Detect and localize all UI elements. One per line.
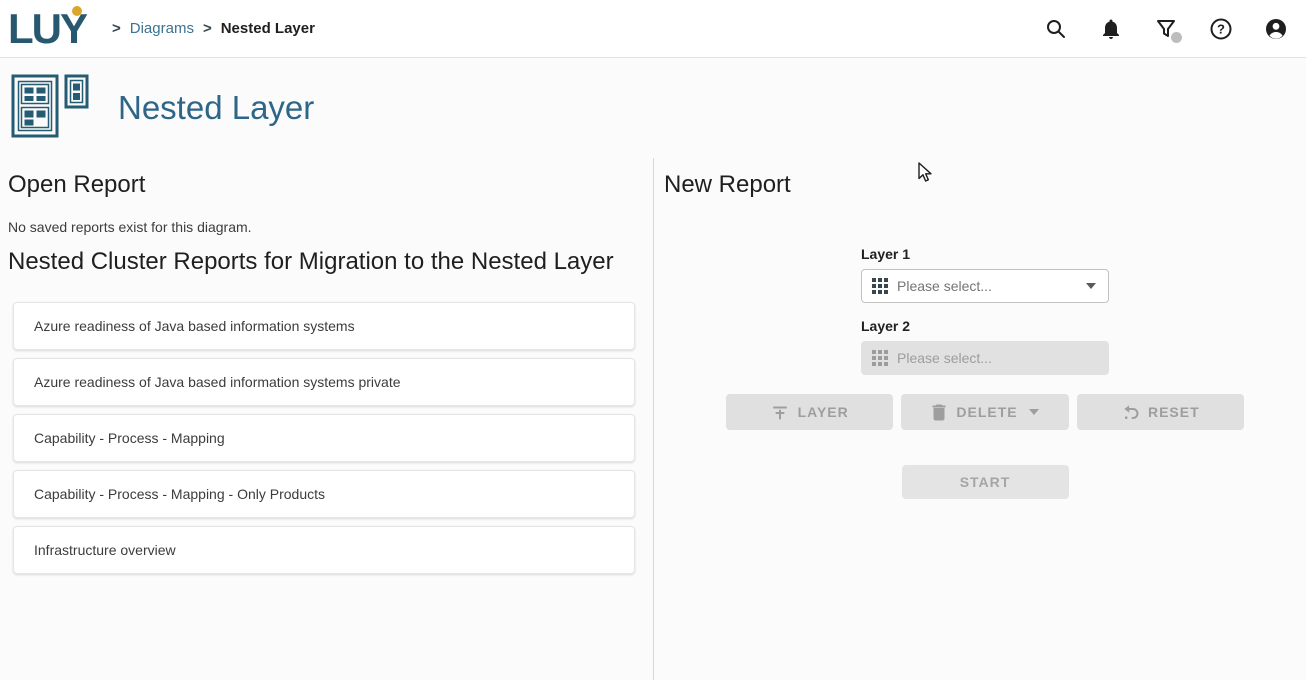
- report-card-label: Capability - Process - Mapping: [34, 430, 225, 446]
- nested-cluster-reports-heading: Nested Cluster Reports for Migration to …: [8, 248, 635, 276]
- breadcrumb: > Diagrams > Nested Layer: [112, 20, 315, 37]
- layer1-select[interactable]: Please select...: [861, 269, 1109, 303]
- layer-button[interactable]: LAYER: [726, 394, 893, 430]
- delete-button-label: DELETE: [956, 404, 1017, 420]
- layer-button-label: LAYER: [798, 404, 849, 420]
- luy-logo[interactable]: LUY: [8, 0, 86, 58]
- open-report-heading: Open Report: [8, 171, 635, 199]
- no-reports-message: No saved reports exist for this diagram.: [8, 219, 635, 235]
- breadcrumb-diagrams-link[interactable]: Diagrams: [130, 20, 194, 37]
- grid-icon: [872, 278, 888, 294]
- layer1-label: Layer 1: [861, 246, 1109, 262]
- filter-funnel-icon[interactable]: [1154, 17, 1178, 41]
- add-layer-icon: [771, 403, 789, 421]
- report-card-label: Infrastructure overview: [34, 542, 176, 558]
- report-card[interactable]: Infrastructure overview: [13, 526, 635, 574]
- reset-button[interactable]: RESET: [1077, 394, 1244, 430]
- chevron-right-icon: >: [203, 20, 212, 37]
- chevron-right-icon: >: [112, 20, 121, 37]
- start-row: START: [726, 465, 1244, 499]
- start-button[interactable]: START: [902, 465, 1069, 499]
- report-card-label: Azure readiness of Java based informatio…: [34, 374, 401, 390]
- new-report-form: Layer 1 Please select... Layer 2: [726, 246, 1244, 499]
- search-icon[interactable]: [1044, 17, 1068, 41]
- filter-badge: [1171, 32, 1182, 43]
- page-title: Nested Layer: [118, 89, 314, 127]
- new-report-heading: New Report: [664, 171, 1306, 199]
- layer2-field: Layer 2 Please select...: [861, 318, 1109, 375]
- grid-icon: [872, 350, 888, 366]
- help-icon[interactable]: ?: [1209, 17, 1233, 41]
- report-card-label: Azure readiness of Java based informatio…: [34, 318, 355, 334]
- logo-gold-dot-icon: [72, 6, 82, 16]
- account-icon[interactable]: [1264, 17, 1288, 41]
- undo-icon: [1121, 403, 1139, 421]
- layer1-placeholder: Please select...: [897, 278, 992, 294]
- page-title-row: Nested Layer: [0, 58, 1306, 158]
- trash-icon: [931, 403, 947, 421]
- topbar-icons: ?: [1044, 17, 1288, 41]
- report-card[interactable]: Azure readiness of Java based informatio…: [13, 302, 635, 350]
- start-button-label: START: [960, 474, 1011, 490]
- chevron-down-icon: [1029, 409, 1039, 415]
- report-card[interactable]: Azure readiness of Java based informatio…: [13, 358, 635, 406]
- notifications-bell-icon[interactable]: [1099, 17, 1123, 41]
- report-card-label: Capability - Process - Mapping - Only Pr…: [34, 486, 325, 502]
- layer2-select-disabled[interactable]: Please select...: [861, 341, 1109, 375]
- svg-text:?: ?: [1217, 21, 1225, 36]
- new-report-panel: New Report Layer 1 Please select...: [653, 158, 1306, 680]
- content-columns: Open Report No saved reports exist for t…: [0, 158, 1306, 680]
- layer1-field: Layer 1 Please select...: [861, 246, 1109, 303]
- nested-layer-diagram-icon: [10, 73, 90, 144]
- layer2-placeholder: Please select...: [897, 350, 992, 366]
- open-report-panel: Open Report No saved reports exist for t…: [0, 158, 653, 680]
- delete-button[interactable]: DELETE: [901, 394, 1068, 430]
- report-card[interactable]: Capability - Process - Mapping: [13, 414, 635, 462]
- report-list: Azure readiness of Java based informatio…: [8, 302, 635, 574]
- layer2-label: Layer 2: [861, 318, 1109, 334]
- report-card[interactable]: Capability - Process - Mapping - Only Pr…: [13, 470, 635, 518]
- top-bar: LUY > Diagrams > Nested Layer ?: [0, 0, 1306, 58]
- action-button-row: LAYER DELETE RESET: [726, 394, 1244, 430]
- breadcrumb-current: Nested Layer: [221, 20, 315, 37]
- reset-button-label: RESET: [1148, 404, 1200, 420]
- chevron-down-icon: [1086, 283, 1096, 289]
